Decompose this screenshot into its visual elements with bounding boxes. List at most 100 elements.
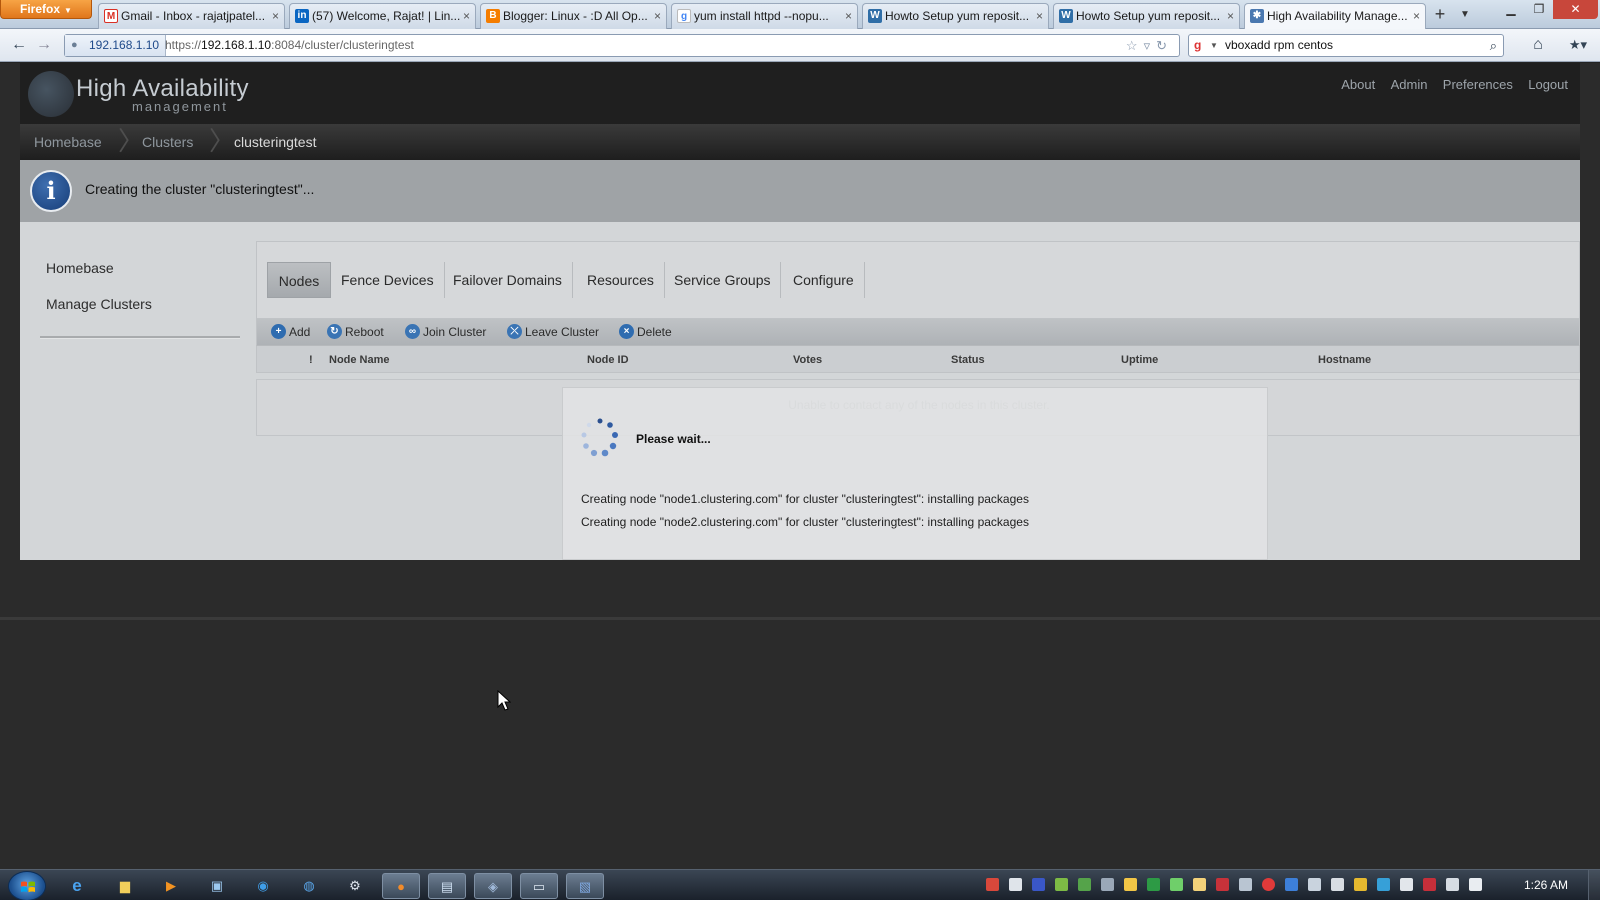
close-icon[interactable]: × — [463, 4, 470, 28]
admin-link[interactable]: Admin — [1391, 77, 1428, 92]
tab-blogger[interactable]: B Blogger: Linux - :D All Op... × — [480, 3, 667, 29]
tray-app-icon[interactable] — [1147, 878, 1160, 891]
star-icon[interactable]: ☆ — [1126, 38, 1144, 53]
tray-app-icon[interactable] — [1308, 878, 1321, 891]
tab-yum-howto-1[interactable]: W Howto Setup yum reposit... × — [862, 3, 1049, 29]
close-icon[interactable]: × — [845, 4, 852, 28]
url-text[interactable]: https://192.168.1.10:8084/cluster/cluste… — [165, 35, 414, 56]
tray-app-icon[interactable] — [1216, 878, 1229, 891]
firefox-taskbar-icon[interactable]: ● — [382, 873, 420, 899]
about-link[interactable]: About — [1341, 77, 1375, 92]
tray-app-icon[interactable] — [1193, 878, 1206, 891]
preferences-link[interactable]: Preferences — [1443, 77, 1513, 92]
tray-app-icon[interactable] — [1377, 878, 1390, 891]
network-icon[interactable]: ▣ — [198, 873, 236, 899]
breadcrumb-clusters[interactable]: Clusters — [142, 124, 193, 160]
tab-configure[interactable]: Configure — [783, 262, 865, 298]
tab-google-search[interactable]: g yum install httpd --nopu... × — [671, 3, 858, 29]
google-icon[interactable]: g — [1194, 38, 1208, 52]
tray-app-icon[interactable] — [1423, 878, 1436, 891]
close-icon[interactable]: × — [1413, 4, 1420, 28]
start-button[interactable] — [8, 871, 46, 900]
logout-link[interactable]: Logout — [1528, 77, 1568, 92]
taskbar-clock[interactable]: 1:26 AM — [1524, 870, 1568, 900]
tab-list-button[interactable]: ▼ — [1456, 4, 1474, 26]
media-player-icon[interactable]: ▶ — [152, 873, 190, 899]
tray-app-icon[interactable] — [986, 878, 999, 891]
join-cluster-button[interactable]: ∞ Join Cluster — [405, 319, 486, 345]
close-icon[interactable]: × — [654, 4, 661, 28]
tab-nodes[interactable]: Nodes — [267, 262, 331, 298]
home-button[interactable]: ⌂ — [1525, 34, 1551, 57]
show-desktop-button[interactable] — [1588, 870, 1600, 900]
firefox-menu-button[interactable]: Firefox ▼ — [0, 0, 92, 19]
tray-app-icon[interactable] — [1400, 878, 1413, 891]
tools-icon[interactable]: ⚙ — [336, 873, 374, 899]
bluetooth-icon[interactable] — [1285, 878, 1298, 891]
tab-linkedin[interactable]: in (57) Welcome, Rajat! | Lin... × — [289, 3, 476, 29]
tray-app-icon[interactable] — [1331, 878, 1344, 891]
chevron-down-icon[interactable]: ▼ — [1210, 35, 1218, 56]
notepad-taskbar-icon[interactable]: ▤ — [428, 873, 466, 899]
search-input[interactable]: vboxadd rpm centos — [1225, 35, 1333, 56]
column-node-name[interactable]: Node Name — [329, 346, 390, 374]
internet-explorer-icon[interactable]: e — [58, 873, 96, 899]
tray-app-icon[interactable] — [1170, 878, 1183, 891]
sidebar-item-manage-clusters[interactable]: Manage Clusters — [40, 286, 240, 322]
update-icon[interactable]: ◉ — [244, 873, 282, 899]
chevron-down-icon[interactable]: ▿ — [1144, 38, 1157, 53]
close-icon[interactable]: × — [272, 4, 279, 28]
explorer-icon[interactable]: ▆ — [106, 873, 144, 899]
volume-icon[interactable] — [1469, 878, 1482, 891]
close-icon[interactable]: × — [1036, 4, 1043, 28]
tab-high-availability[interactable]: ✱ High Availability Manage... × — [1244, 3, 1426, 29]
tray-app-icon[interactable] — [1354, 878, 1367, 891]
url-bar[interactable]: ● 192.168.1.10 https://192.168.1.10:8084… — [64, 34, 1180, 57]
remote-desktop-taskbar-icon[interactable]: ▧ — [566, 873, 604, 899]
network-status-icon[interactable] — [1446, 878, 1459, 891]
leave-cluster-button[interactable]: ⤫ Leave Cluster — [507, 319, 599, 345]
window-close-icon[interactable]: ✕ — [1553, 0, 1598, 19]
bookmarks-button[interactable]: ★▾ — [1562, 34, 1594, 57]
site-identity-button[interactable]: ● 192.168.1.10 — [65, 35, 167, 56]
tab-resources[interactable]: Resources — [577, 262, 665, 298]
breadcrumb-homebase[interactable]: Homebase — [34, 124, 102, 160]
back-button[interactable]: ← — [8, 34, 30, 56]
tray-app-icon[interactable] — [1101, 878, 1114, 891]
column-status[interactable]: Status — [951, 346, 985, 374]
progress-log: Creating node "node1.clustering.com" for… — [581, 491, 1029, 537]
reload-icon[interactable]: ↻ — [1156, 38, 1173, 53]
terminal-taskbar-icon[interactable]: ▭ — [520, 873, 558, 899]
virtualbox-taskbar-icon[interactable]: ◈ — [474, 873, 512, 899]
column-votes[interactable]: Votes — [793, 346, 822, 374]
column-alert[interactable]: ! — [309, 346, 313, 374]
restore-icon[interactable]: ❐ — [1525, 0, 1553, 19]
tray-app-icon[interactable] — [1055, 878, 1068, 891]
sidebar-item-homebase[interactable]: Homebase — [40, 250, 240, 286]
outlook-icon[interactable]: ◍ — [290, 873, 328, 899]
tray-app-icon[interactable] — [1124, 878, 1137, 891]
new-tab-button[interactable]: + — [1428, 4, 1452, 26]
tray-app-icon[interactable] — [1262, 878, 1275, 891]
tab-yum-howto-2[interactable]: W Howto Setup yum reposit... × — [1053, 3, 1240, 29]
delete-button[interactable]: × Delete — [619, 319, 672, 345]
minimize-icon[interactable]: ▁ — [1497, 0, 1525, 19]
reboot-button[interactable]: ↻ Reboot — [327, 319, 384, 345]
tab-service-groups[interactable]: Service Groups — [664, 262, 782, 298]
tray-app-icon[interactable] — [1078, 878, 1091, 891]
search-icon[interactable]: ⌕ — [1490, 35, 1497, 56]
add-button[interactable]: + Add — [271, 319, 310, 345]
close-icon[interactable]: × — [1227, 4, 1234, 28]
tray-app-icon[interactable] — [1239, 878, 1252, 891]
column-uptime[interactable]: Uptime — [1121, 346, 1158, 374]
tab-failover-domains[interactable]: Failover Domains — [443, 262, 573, 298]
forward-button[interactable]: → — [33, 34, 55, 56]
column-hostname[interactable]: Hostname — [1318, 346, 1371, 374]
column-node-id[interactable]: Node ID — [587, 346, 629, 374]
tab-fence-devices[interactable]: Fence Devices — [331, 262, 445, 298]
tray-app-icon[interactable] — [1009, 878, 1022, 891]
tab-gmail[interactable]: M Gmail - Inbox - rajatjpatel... × — [98, 3, 285, 29]
search-bar[interactable]: g ▼ vboxadd rpm centos ⌕ — [1188, 34, 1504, 57]
identity-label: 192.168.1.10 — [89, 38, 160, 52]
tray-app-icon[interactable] — [1032, 878, 1045, 891]
